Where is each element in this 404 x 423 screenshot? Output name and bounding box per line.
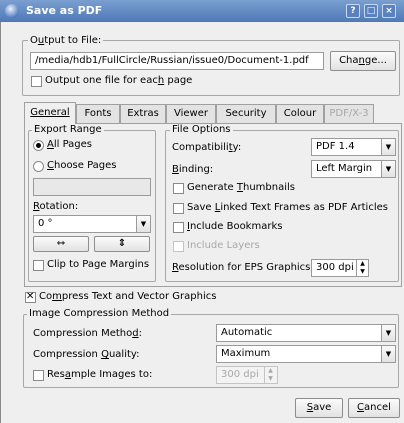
compression-quality-select[interactable]: Maximum ▼ (216, 345, 396, 363)
one-file-label: Output one file for each page (45, 75, 193, 86)
flip-horizontal-icon: ⇿ (56, 238, 66, 249)
chevron-down-icon: ▼ (381, 325, 395, 341)
flip-horizontal-button[interactable]: ⇿ (33, 236, 89, 252)
all-pages-radio[interactable] (33, 140, 44, 151)
thumbnails-label: Generate Thumbnails (187, 182, 295, 193)
chevron-down-icon: ▼ (381, 346, 395, 362)
close-button[interactable]: × (382, 4, 396, 18)
tab-colour[interactable]: Colour (276, 104, 324, 123)
tab-security[interactable]: Security (216, 104, 276, 123)
tab-general[interactable]: General (24, 102, 76, 124)
resample-label: Resample Images to: (47, 369, 153, 380)
rotation-select[interactable]: 0 ° ▼ (33, 215, 151, 233)
layers-label: Include Layers (187, 240, 260, 251)
image-compression-legend: Image Compression Method (27, 308, 172, 319)
chevron-down-icon: ▼ (381, 139, 395, 155)
maximize-button[interactable]: □ (364, 4, 378, 18)
spin-arrows-icon: ▲ ▼ (264, 367, 276, 383)
change-button[interactable]: Change... (330, 51, 396, 71)
tab-viewer[interactable]: Viewer (166, 104, 216, 123)
linked-frames-checkbox[interactable] (173, 203, 184, 214)
choose-pages-label: Choose Pages (47, 160, 117, 171)
compression-method-label: Compression Method: (33, 328, 142, 339)
all-pages-label: All Pages (47, 139, 92, 150)
help-button[interactable]: ? (346, 4, 360, 18)
compatibility-label: Compatibility: (172, 142, 242, 153)
flip-vertical-button[interactable]: ⇕ (94, 236, 150, 252)
chevron-down-icon: ▼ (381, 161, 395, 177)
compress-text-checkbox[interactable] (25, 291, 36, 303)
title-bar: Save as PDF ? □ × (0, 0, 404, 22)
flip-vertical-icon: ⇕ (117, 238, 127, 249)
tab-extras[interactable]: Extras (120, 104, 166, 123)
spin-arrows-icon[interactable]: ▲ ▼ (356, 260, 368, 276)
window-title: Save as PDF (26, 4, 103, 17)
choose-pages-radio[interactable] (33, 161, 44, 172)
binding-select[interactable]: Left Margin ▼ (311, 160, 396, 178)
bookmarks-label: Include Bookmarks (187, 221, 283, 232)
thumbnails-checkbox[interactable] (173, 183, 184, 194)
rotation-label: Rotation: (33, 201, 79, 212)
app-icon (5, 4, 19, 18)
clip-margins-checkbox[interactable] (33, 260, 44, 271)
resample-checkbox[interactable] (33, 370, 44, 381)
bookmarks-checkbox[interactable] (173, 222, 184, 233)
binding-label: Binding: (172, 164, 214, 175)
eps-resolution-label: Resolution for EPS Graphics: (172, 262, 314, 273)
chevron-down-icon: ▼ (136, 216, 150, 232)
compression-quality-label: Compression Quality: (33, 349, 140, 360)
one-file-checkbox[interactable] (31, 76, 42, 87)
clip-margins-label: Clip to Page Margins (47, 259, 150, 270)
compression-method-select[interactable]: Automatic ▼ (216, 324, 396, 342)
compress-text-label: Compress Text and Vector Graphics (39, 291, 217, 302)
save-button[interactable]: Save (295, 398, 343, 418)
output-legend: Output to File: (28, 35, 104, 46)
compatibility-select[interactable]: PDF 1.4 ▼ (311, 138, 396, 156)
tab-fonts[interactable]: Fonts (76, 104, 120, 123)
tab-pdfx3: PDF/X-3 (324, 104, 374, 123)
output-path-field[interactable]: /media/hdb1/FullCircle/Russian/issue0/Do… (30, 52, 324, 70)
pages-field[interactable] (33, 178, 151, 196)
linked-frames-label: Save Linked Text Frames as PDF Articles (187, 202, 388, 213)
export-range-legend: Export Range (32, 124, 104, 135)
file-options-legend: File Options (170, 124, 233, 135)
layers-checkbox (173, 241, 184, 252)
cancel-button[interactable]: Cancel (348, 398, 400, 418)
